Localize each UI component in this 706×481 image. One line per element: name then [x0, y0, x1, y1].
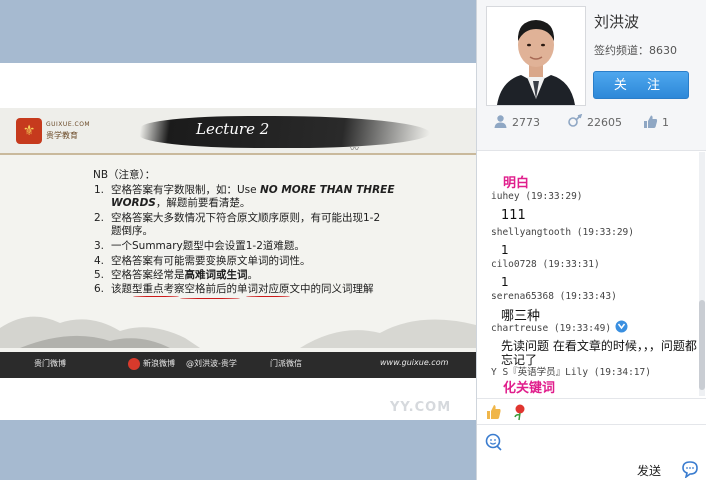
lecture-title: Lecture 2 — [196, 120, 270, 138]
flower-gift-icon[interactable] — [511, 403, 529, 421]
chat-username[interactable]: serena65368 (19:33:43) — [491, 291, 617, 302]
footer-weixin-label: 门派微信 — [270, 359, 302, 368]
chat-message-text: 化关键词 — [503, 381, 556, 396]
emoji-icon[interactable] — [485, 433, 503, 451]
chat-bubble-icon[interactable] — [681, 460, 699, 478]
note-point-3: 3. 一个Summary题型中会设置1-2道难题。 — [94, 240, 305, 252]
thumbs-up-icon[interactable] — [643, 114, 658, 129]
note-point-1-cont: WORDS，解题前要看清楚。 — [111, 197, 251, 209]
chat-input-area[interactable]: 发送 — [477, 424, 706, 481]
red-annotation-underline — [246, 296, 290, 297]
note-heading: NB（注意）： — [93, 169, 156, 181]
yy-watermark: YY.COM — [390, 400, 452, 415]
slide-header: ⚜ GUIXUE.COM 贵学教育 Lecture 2 〰 — [0, 108, 476, 155]
guixue-logo: ⚜ GUIXUE.COM 贵学教育 — [16, 118, 96, 144]
gift-count: 22605 — [587, 116, 622, 129]
host-channel-id: 签约频道：8630 — [594, 44, 677, 57]
host-avatar[interactable] — [486, 6, 586, 106]
logo-english: GUIXUE.COM — [46, 121, 91, 128]
chat-message-text: 哪三种 — [501, 309, 541, 324]
note-point-6: 6. 该题型重点考察空格前后的单词对应原文中的同义词理解 — [94, 283, 374, 295]
host-name: 刘洪波 — [594, 13, 640, 31]
video-top-band — [0, 0, 476, 63]
fans-person-icon — [494, 115, 507, 128]
flower-thumb-icon[interactable] — [485, 403, 503, 421]
chat-message-list[interactable]: 明白 iuhey (19:33:29) 111 shellyangtooth (… — [477, 152, 706, 396]
red-annotation-underline — [133, 296, 179, 297]
footer-wechat-label: 贵门微博 — [34, 359, 66, 368]
chat-username[interactable]: Y S『英语学员』Lily (19:34:17) — [491, 364, 651, 378]
note-point-5: 5. 空格答案经常是高难词或生词。 — [94, 269, 258, 281]
chat-username[interactable]: iuhey (19:33:29) — [491, 191, 583, 202]
user-badge-icon — [615, 320, 628, 333]
footer-url: www.guixue.com — [380, 358, 449, 367]
footer-weibo-handle: @刘洪波-贵学 — [186, 359, 237, 368]
logo-chinese: 贵学教育 — [46, 131, 78, 140]
slide-footer: 贵门微博 新浪微博 @刘洪波-贵学 门派微信 www.guixue.com — [0, 352, 476, 378]
chat-username[interactable]: shellyangtooth (19:33:29) — [491, 227, 634, 238]
gift-icon — [568, 114, 583, 127]
lecture-slide: ⚜ GUIXUE.COM 贵学教育 Lecture 2 〰 NB（注意）： 1.… — [0, 108, 476, 378]
chat-panel: 刘洪波 签约频道：8630 关 注 2773 22605 1 明白 iuhey … — [476, 0, 706, 480]
logo-mark-icon: ⚜ — [16, 118, 42, 144]
note-point-1: 1. 空格答案有字数限制，如：Use NO MORE THAN THREE — [94, 184, 395, 196]
note-point-2-cont: 题倒序。 — [111, 225, 153, 237]
slide-divider — [0, 153, 476, 155]
chat-toolbar — [477, 398, 706, 425]
video-area[interactable]: ⚜ GUIXUE.COM 贵学教育 Lecture 2 〰 NB（注意）： 1.… — [0, 0, 476, 480]
chat-scrollbar-thumb[interactable] — [699, 300, 705, 390]
like-count: 1 — [662, 116, 669, 129]
follow-button[interactable]: 关 注 — [593, 71, 689, 99]
chat-message-text: 111 — [501, 208, 526, 223]
video-bottom-band — [0, 420, 476, 480]
note-point-4: 4. 空格答案有可能需要变换原文单词的词性。 — [94, 255, 311, 267]
ink-mountains-decoration — [0, 316, 476, 348]
host-profile: 刘洪波 签约频道：8630 关 注 2773 22605 1 — [477, 0, 706, 151]
chat-message-text: 1 — [501, 275, 509, 289]
fans-count: 2773 — [512, 116, 540, 129]
chat-message-text: 明白 — [503, 176, 530, 191]
host-avatar-image — [487, 7, 585, 105]
red-annotation-underline — [180, 298, 240, 299]
chat-username[interactable]: cilo0728 (19:33:31) — [491, 259, 600, 270]
chat-username[interactable]: chartreuse (19:33:49) — [491, 323, 611, 334]
note-point-2: 2. 空格答案大多数情况下符合原文顺序原则，有可能出现1-2 — [94, 212, 381, 224]
footer-weibo-label: 新浪微博 — [143, 359, 175, 368]
send-button[interactable]: 发送 — [637, 462, 661, 479]
chat-message-text: 1 — [501, 243, 509, 257]
ink-brush-stroke — [137, 116, 433, 148]
weibo-icon — [128, 358, 140, 370]
